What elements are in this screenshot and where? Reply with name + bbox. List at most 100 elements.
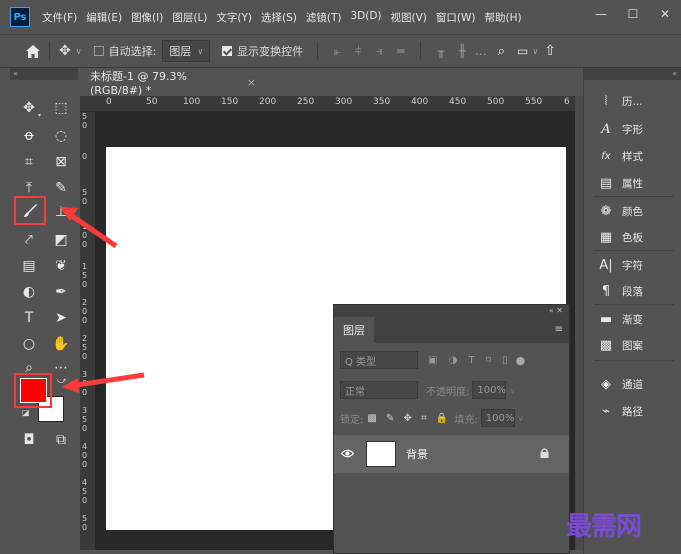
minimize-button[interactable]: — [585, 0, 617, 28]
opacity-value: 100% [477, 384, 506, 396]
menu-type[interactable]: 文字(Y) [216, 10, 252, 25]
panel-header-controls[interactable]: « ✕ [334, 305, 569, 317]
panel-character[interactable]: A| 字符 [598, 254, 643, 276]
align-top-icon[interactable]: ╥ [437, 44, 444, 58]
panel-menu-icon[interactable]: ≡ [555, 324, 563, 335]
align-center-icon[interactable]: ⫩ [355, 44, 362, 59]
quick-select-tool[interactable]: ◌ [48, 124, 74, 148]
panel-color[interactable]: ❁ 颜色 [598, 200, 643, 222]
collapse-icon: « [672, 69, 677, 78]
layer-lock-icon[interactable] [540, 447, 549, 461]
ruler-tick: 2 5 0 [82, 334, 88, 361]
chevron-down-icon[interactable]: ∨ [509, 386, 515, 395]
ruler-tick: 1 0 0 [82, 222, 88, 249]
paragraph-icon: ¶ [601, 283, 611, 299]
search-icon[interactable]: ⌕ [498, 44, 505, 59]
ruler-tick: 250 [297, 97, 315, 107]
close-button[interactable]: ✕ [649, 0, 681, 28]
menu-image[interactable]: 图像(I) [131, 10, 163, 25]
hand-tool[interactable]: ✋ [48, 332, 74, 356]
panel-label: 颜色 [622, 205, 643, 218]
move-tool-preset[interactable]: ✥ ∨ [59, 43, 82, 59]
default-colors-icon[interactable]: ◪ [22, 408, 30, 417]
panel-paths[interactable]: ⌁ 路径 [598, 400, 643, 422]
chevron-down-icon[interactable]: ∨ [532, 47, 538, 56]
move-tool[interactable]: ✥ ▾ [16, 96, 42, 120]
panel-patterns[interactable]: ▩ 图案 [598, 334, 643, 356]
ruler-tick: 2 0 0 [82, 298, 88, 325]
menu-file[interactable]: 文件(F) [42, 10, 77, 25]
clone-stamp-tool[interactable]: ⊥ [48, 200, 74, 224]
type-tool[interactable]: T [16, 306, 42, 330]
align-left-icon[interactable]: ⫦ [334, 44, 341, 59]
chevron-down-icon: ∨ [197, 46, 204, 56]
more-icon[interactable]: … [475, 44, 487, 58]
menu-window[interactable]: 窗口(W) [436, 10, 476, 25]
foreground-color-swatch[interactable] [20, 378, 47, 403]
opacity-input[interactable]: 100% [472, 381, 507, 399]
auto-select-checkbox[interactable]: 自动选择: [93, 43, 156, 59]
screen-mode-tool[interactable]: ⧉ [48, 428, 74, 452]
menu-select[interactable]: 选择(S) [261, 10, 297, 25]
menu-layer[interactable]: 图层(L) [172, 10, 207, 25]
align-right-icon[interactable]: ⫣ [376, 44, 383, 59]
panel-styles[interactable]: fx 样式 [598, 145, 643, 167]
lock-icons[interactable]: ▩ ✎ ✥ ⌗ 🔒 [367, 413, 448, 424]
panel-label: 属性 [622, 177, 643, 190]
tab-layers[interactable]: 图层 [334, 317, 374, 343]
panel-swatches[interactable]: ▦ 色板 [598, 226, 643, 248]
visibility-eye-icon[interactable] [334, 447, 360, 461]
lasso-tool[interactable]: ꝋ [16, 124, 42, 148]
panel-label: 渐变 [622, 313, 643, 326]
share-icon[interactable]: ⇧ [544, 43, 556, 59]
pen-tool[interactable]: ✒ [48, 280, 74, 304]
panel-channels[interactable]: ◈ 通道 [598, 373, 643, 395]
quick-mask-tool[interactable]: ◘ [16, 428, 42, 452]
brush-tool[interactable] [14, 196, 46, 225]
crop-tool[interactable]: ⌗ [16, 150, 42, 174]
show-transform-checkbox[interactable]: 显示变换控件 [222, 43, 303, 59]
menu-3d[interactable]: 3D(D) [350, 10, 381, 25]
dock-collapse-strip[interactable]: « [583, 68, 681, 80]
toolbar-collapse-strip[interactable]: « [10, 68, 78, 80]
blur-tool[interactable]: ❦ [48, 254, 74, 278]
home-icon[interactable] [26, 44, 40, 58]
panel-gradients[interactable]: ▬ 渐变 [598, 308, 643, 330]
menu-help[interactable]: 帮助(H) [485, 10, 522, 25]
layer-row-background[interactable]: 背景 [334, 435, 569, 473]
chevron-down-icon[interactable]: ∨ [518, 414, 524, 423]
menu-edit[interactable]: 编辑(E) [86, 10, 122, 25]
auto-select-dropdown[interactable]: 图层 ∨ [162, 40, 211, 62]
panel-glyphs[interactable]: A 字形 [598, 118, 643, 140]
menu-view[interactable]: 视图(V) [391, 10, 427, 25]
align-middle-icon[interactable]: ╫ [459, 44, 466, 58]
workspace-icon[interactable]: ▭ [517, 44, 528, 58]
close-tab-icon[interactable]: × [247, 76, 256, 89]
panel-history[interactable]: ⦚ 历... [598, 90, 643, 112]
path-select-tool[interactable]: ➤ [48, 306, 74, 330]
healing-tool[interactable]: ✎ [48, 176, 74, 200]
maximize-button[interactable]: ☐ [617, 0, 649, 28]
distribute-icon[interactable]: ═ [397, 44, 404, 58]
show-transform-label: 显示变换控件 [237, 45, 304, 58]
filter-kind-dropdown[interactable]: Q 类型 [340, 351, 418, 369]
blend-mode-dropdown[interactable]: 正常 [340, 381, 418, 399]
document-tab[interactable]: 未标题-1 @ 79.3%(RGB/8#) * × [80, 68, 256, 97]
dodge-tool[interactable]: ◐ [16, 280, 42, 304]
menu-filter[interactable]: 滤镜(T) [306, 10, 342, 25]
filter-type-icons[interactable]: ▣ ◑ T ⌑ ▯ [428, 355, 508, 366]
marquee-tool[interactable]: ⬚ [48, 96, 74, 120]
swap-colors-icon[interactable]: ⤻ [57, 376, 67, 386]
ellipse-tool[interactable]: ○ [16, 332, 42, 356]
fill-input[interactable]: 100% [480, 409, 515, 427]
eraser-tool[interactable]: ◩ [48, 228, 74, 252]
panel-paragraph[interactable]: ¶ 段落 [598, 280, 643, 302]
gradient-tool[interactable]: ▤ [16, 254, 42, 278]
panel-properties[interactable]: ▤ 属性 [598, 172, 643, 194]
filter-toggle-icon[interactable]: ● [516, 354, 526, 367]
history-brush-tool[interactable]: ⤤ [16, 228, 42, 252]
ruler-tick: 200 [259, 97, 277, 107]
frame-tool[interactable]: ⊠ [48, 150, 74, 174]
vertical-scrollbar[interactable] [575, 96, 583, 550]
layer-name[interactable]: 背景 [406, 446, 428, 462]
